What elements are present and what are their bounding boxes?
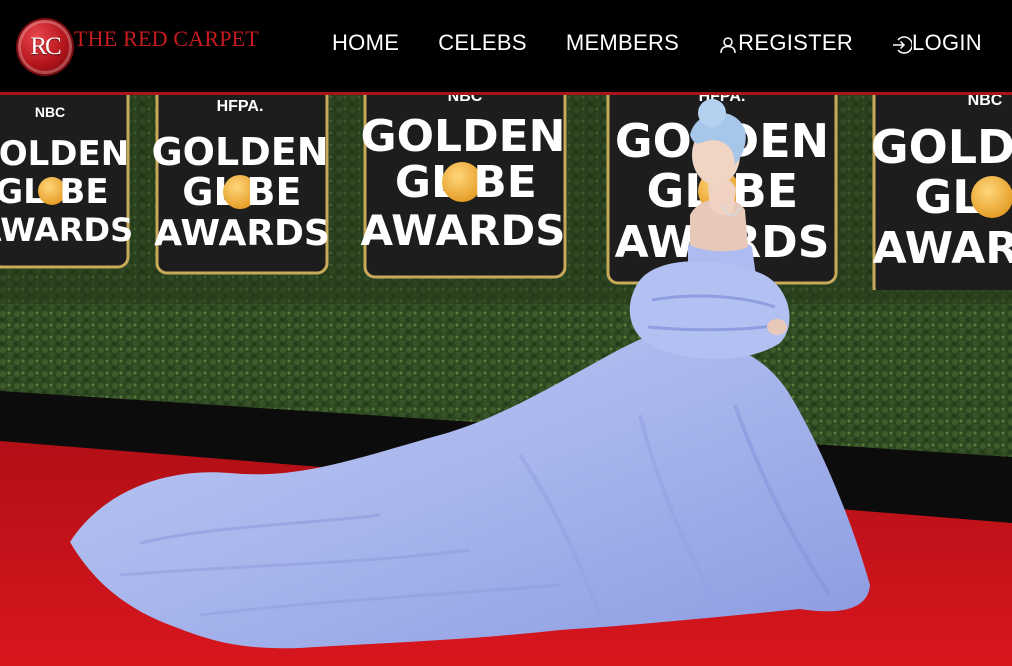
login-icon bbox=[893, 36, 913, 54]
svg-text:AWARDS: AWARDS bbox=[873, 223, 1012, 274]
svg-text:AWARDS: AWARDS bbox=[0, 211, 133, 249]
nav-register-link[interactable]: REGISTER bbox=[718, 30, 853, 56]
nav-members-label: MEMBERS bbox=[565, 30, 680, 55]
award-board: HFPA. GOLDEN GL BE AWARDS bbox=[151, 95, 330, 275]
svg-text:GOLDEN: GOLDEN bbox=[151, 130, 328, 174]
hero-image: NBC GOLDEN GL BE AWARDS HFPA. GOLDEN GL … bbox=[0, 95, 1012, 666]
svg-text:BE: BE bbox=[59, 172, 108, 212]
svg-text:NBC: NBC bbox=[448, 95, 483, 105]
svg-text:AWARDS: AWARDS bbox=[360, 206, 565, 255]
nav-celebs-link[interactable]: CELEBS bbox=[438, 30, 527, 56]
nav-home-label: HOME bbox=[331, 30, 400, 55]
award-board: NBC GOLDEN GL BE AWARDS bbox=[0, 95, 133, 269]
svg-text:GOLDEN: GOLDEN bbox=[871, 120, 1012, 174]
svg-text:BE: BE bbox=[247, 170, 302, 214]
gown-sleeve bbox=[629, 261, 790, 360]
logo-monogram: RC bbox=[30, 33, 61, 60]
logo-badge: RC bbox=[18, 20, 72, 74]
svg-text:HFPA.: HFPA. bbox=[217, 98, 264, 115]
svg-text:GOLDEN: GOLDEN bbox=[361, 111, 566, 162]
red-carpet-scene: NBC GOLDEN GL BE AWARDS HFPA. GOLDEN GL … bbox=[0, 95, 1012, 666]
user-icon bbox=[720, 37, 736, 54]
svg-text:NBC: NBC bbox=[968, 95, 1003, 109]
nav-register-label: REGISTER bbox=[738, 30, 854, 55]
nav-login-link[interactable]: LOGIN bbox=[892, 30, 982, 56]
svg-text:GOLDEN: GOLDEN bbox=[0, 134, 129, 174]
award-board: NBC GOLDEN GL AWARDS bbox=[871, 95, 1012, 299]
logo-text: THE RED CARPET bbox=[74, 26, 259, 51]
board-sponsor: NBC bbox=[35, 104, 65, 120]
site-logo[interactable]: RC THE RED CARPET bbox=[18, 19, 259, 75]
main-nav: HOME CELEBS MEMBERS REGISTER LOGIN bbox=[293, 30, 982, 56]
nav-members-link[interactable]: MEMBERS bbox=[566, 30, 679, 56]
svg-text:BE: BE bbox=[473, 157, 537, 208]
nav-home-link[interactable]: HOME bbox=[332, 30, 399, 56]
svg-text:AWARDS: AWARDS bbox=[154, 213, 330, 254]
top-navbar: RC THE RED CARPET HOME CELEBS MEMBERS RE… bbox=[0, 0, 1012, 95]
nav-login-label: LOGIN bbox=[912, 30, 982, 55]
award-board: NBC GOLDEN GL BE AWARDS bbox=[360, 95, 567, 279]
nav-celebs-label: CELEBS bbox=[438, 30, 527, 55]
